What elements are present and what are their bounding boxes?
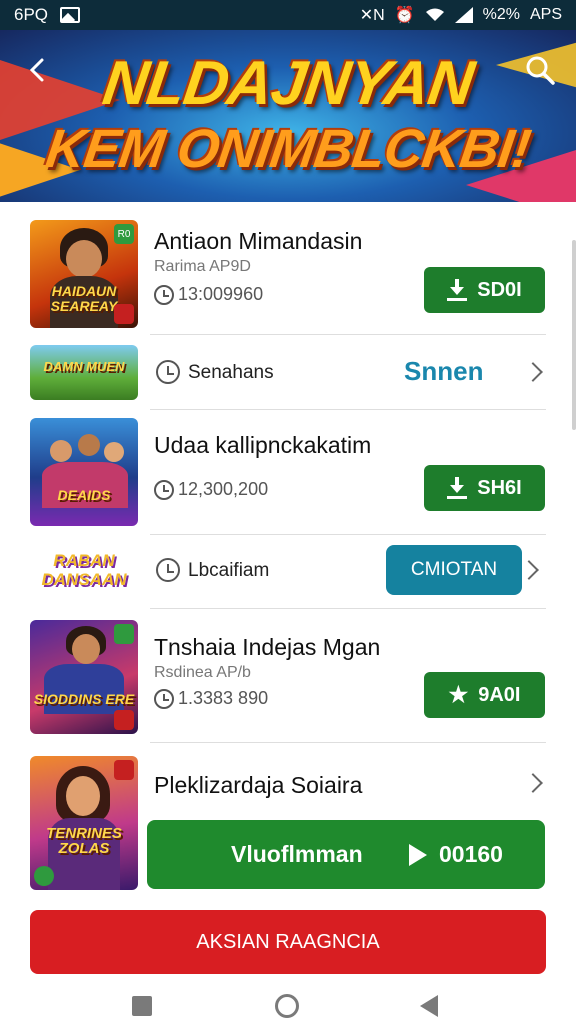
nfc-indicator: ✕N — [359, 7, 385, 24]
banner-title: NLDAJNYAN — [98, 49, 478, 118]
open-link[interactable]: Snnen — [404, 356, 483, 387]
continue-button[interactable]: CMIOTAN — [386, 545, 522, 595]
app-thumbnail[interactable]: HAIDAUN SEAREAY R0 — [30, 220, 138, 328]
download-icon — [447, 279, 468, 301]
download-button[interactable]: SH6I — [424, 465, 545, 511]
download-button[interactable]: SD0I — [424, 267, 545, 313]
row-label: Lbcaifiam — [188, 560, 270, 581]
rating-badge-icon — [114, 304, 134, 324]
alarm-icon: ⏰ — [394, 7, 415, 24]
download-count: 12,300,200 — [154, 479, 268, 500]
app-thumbnail[interactable]: SIODDINS ERE — [30, 620, 138, 734]
app-thumbnail[interactable]: TENRINES ZOLAS — [30, 756, 138, 890]
chevron-right-icon[interactable] — [523, 362, 543, 382]
download-count: 13:009960 — [154, 284, 263, 305]
download-icon — [447, 477, 468, 499]
app-thumbnail[interactable]: RABAN DANSAAN — [30, 545, 138, 600]
carrier-label: APS — [529, 6, 562, 23]
favorite-button[interactable]: ★ 9A0I — [424, 672, 545, 718]
play-button[interactable]: Vluoflmman 00160 — [147, 820, 545, 889]
app-title[interactable]: Antiaon Mimandasin — [154, 228, 362, 255]
primary-action-button[interactable]: AKSIAN RAAGNCIA — [30, 910, 546, 974]
search-icon[interactable] — [524, 54, 556, 86]
battery-percent: %2% — [482, 6, 520, 23]
gallery-notification-icon — [60, 7, 81, 23]
divider — [150, 534, 546, 535]
chevron-right-icon[interactable] — [523, 773, 543, 793]
app-publisher: Rarima AP9D — [154, 258, 251, 275]
app-thumbnail[interactable]: DAMN MUEN — [30, 345, 138, 400]
clock-icon — [154, 688, 174, 709]
status-time: 6PQ — [14, 5, 49, 24]
signal-icon — [454, 7, 473, 23]
star-icon: ★ — [448, 682, 469, 707]
divider — [150, 409, 546, 410]
back-arrow-icon[interactable] — [24, 56, 52, 84]
app-thumbnail[interactable]: DEAIDS — [30, 418, 138, 526]
scrollbar[interactable] — [572, 240, 576, 430]
clock-icon — [156, 360, 180, 384]
clock-icon — [154, 479, 174, 500]
app-publisher: Rsdinea AP/b — [154, 664, 251, 681]
row-label: Senahans — [188, 362, 274, 383]
divider — [150, 608, 546, 609]
wifi-icon — [425, 8, 444, 21]
rating-badge-icon — [114, 760, 134, 780]
time-indicator — [156, 558, 180, 582]
back-icon[interactable] — [420, 995, 438, 1017]
chevron-right-icon[interactable] — [519, 560, 539, 580]
game-badge-icon — [114, 624, 134, 644]
app-title[interactable]: Tnshaia Indejas Mgan — [154, 634, 380, 661]
banner-subtitle: KEM ONIMBLCKBI! — [42, 119, 534, 179]
system-nav-bar — [0, 986, 576, 1024]
app-title[interactable]: Pleklizardaja Soiaira — [154, 772, 362, 799]
status-bar: 6PQ ✕N ⏰ %2% APS — [0, 0, 576, 30]
clock-icon — [154, 284, 174, 305]
play-label: Vluoflmman — [231, 841, 363, 867]
time-indicator — [156, 360, 180, 384]
download-count: 1.3383 890 — [154, 688, 268, 709]
divider — [150, 742, 546, 743]
rating-badge-icon — [114, 710, 134, 730]
clock-icon — [156, 558, 180, 582]
hero-banner: NLDAJNYAN KEM ONIMBLCKBI! — [0, 30, 576, 202]
play-icon — [409, 843, 427, 866]
app-title[interactable]: Udaa kallipnckakatim — [154, 432, 371, 459]
divider — [150, 334, 546, 335]
recent-apps-icon[interactable] — [132, 996, 152, 1016]
game-badge-icon — [34, 866, 54, 886]
game-badge: R0 — [114, 224, 134, 244]
home-icon[interactable] — [275, 994, 299, 1018]
play-time: 00160 — [439, 841, 503, 867]
